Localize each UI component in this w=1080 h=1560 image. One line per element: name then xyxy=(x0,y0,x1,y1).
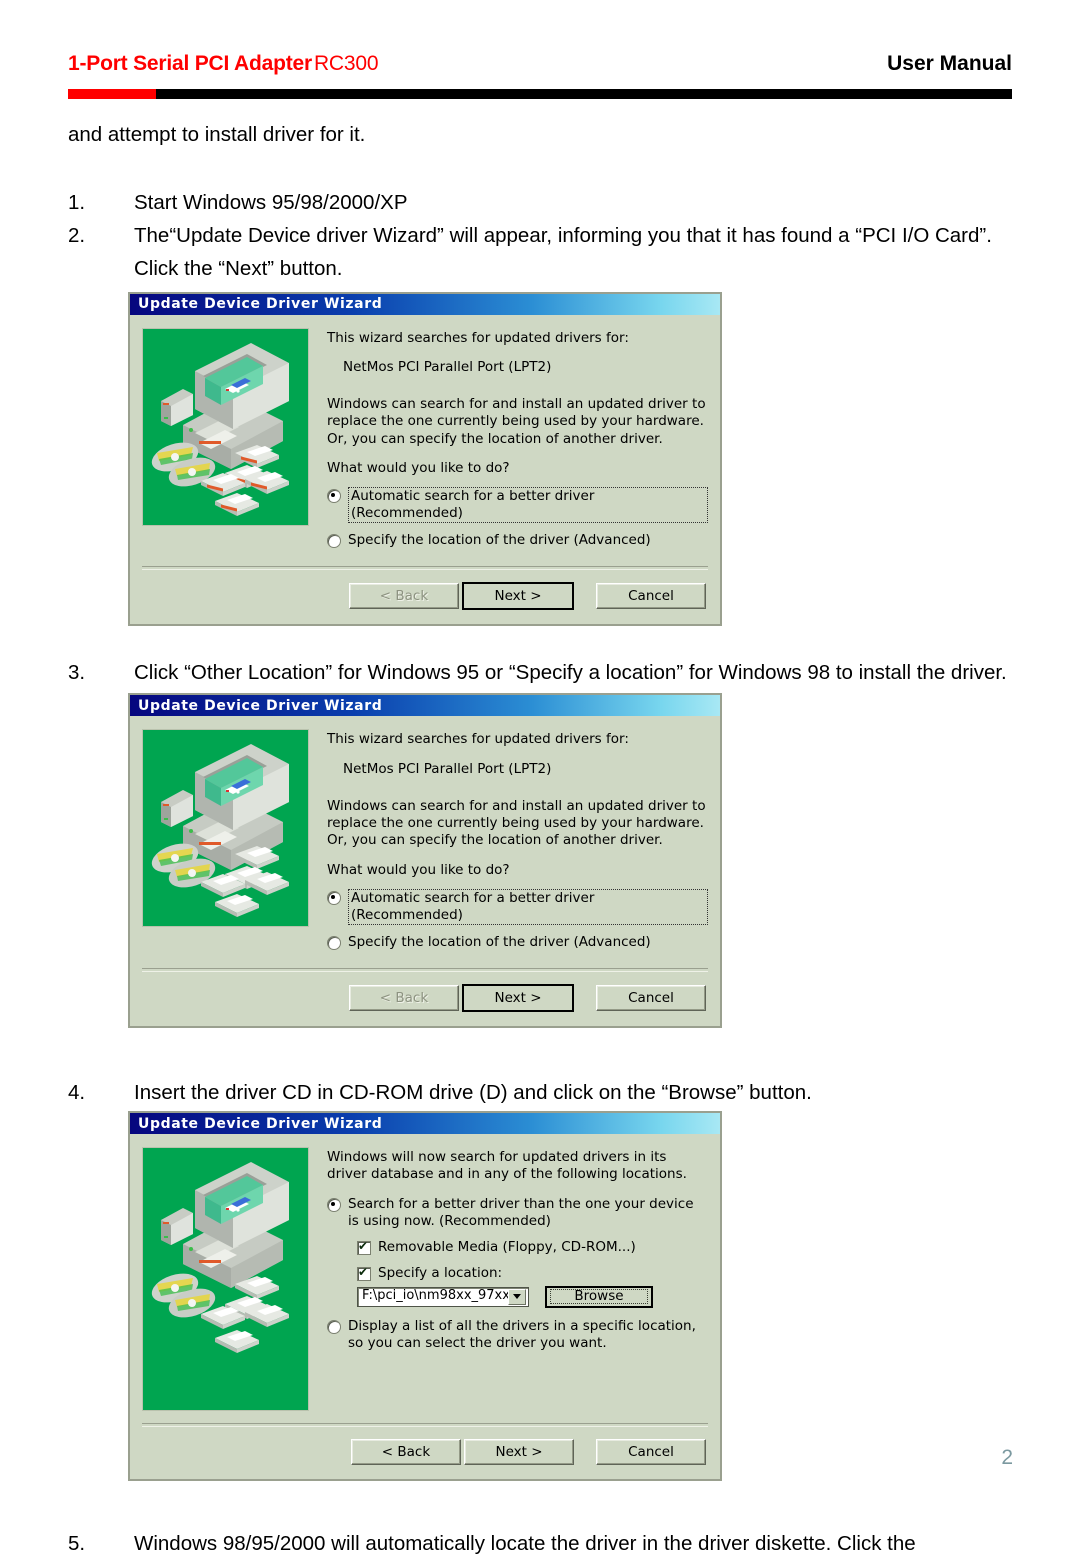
radio-specify-location[interactable]: Specify the location of the driver (Adva… xyxy=(327,532,708,549)
wizard-intro-text: This wizard searches for updated drivers… xyxy=(327,731,629,748)
step-text: Windows 98/95/2000 will automatically lo… xyxy=(134,1532,916,1556)
checkbox-icon[interactable] xyxy=(357,1239,371,1255)
radio-specify-location-label: Specify the location of the driver (Adva… xyxy=(348,934,651,950)
radio-button-icon[interactable] xyxy=(327,936,341,950)
radio-button-icon[interactable] xyxy=(327,489,341,504)
cancel-button[interactable]: Cancel xyxy=(596,985,706,1011)
computer-media-illustration xyxy=(151,744,289,918)
page-number: 2 xyxy=(1001,1446,1013,1469)
wizard-device-name: NetMos PCI Parallel Port (LPT2) xyxy=(343,358,552,375)
radio-automatic-search[interactable]: Automatic search for a better driver (Re… xyxy=(327,487,708,524)
radio-button-icon[interactable] xyxy=(327,1197,341,1212)
step-text: Click “Other Location” for Windows 95 or… xyxy=(134,661,1007,685)
step-number: 3. xyxy=(68,661,86,685)
wizard-device-name: NetMos PCI Parallel Port (LPT2) xyxy=(343,760,552,777)
radio-button-icon[interactable] xyxy=(327,1319,341,1334)
dialog-titlebar: Update Device Driver Wizard xyxy=(130,293,720,315)
wizard-description: Windows will now search for updated driv… xyxy=(327,1149,687,1183)
checkbox-specify-location-label: Specify a location: xyxy=(378,1264,503,1281)
radio-specify-location-label: Specify the location of the driver (Adva… xyxy=(348,532,651,549)
wizard-illustration xyxy=(142,327,309,526)
page-header: 1-Port Serial PCI AdapterRC300 User Manu… xyxy=(68,52,1012,102)
dialog-button-bar: < Back Next > Cancel xyxy=(130,972,720,1026)
list-item: 2. The“Update Device driver Wizard” will… xyxy=(68,219,1028,627)
wizard-description: Windows can search for and install an up… xyxy=(327,797,706,849)
dialog-titlebar: Update Device Driver Wizard xyxy=(130,695,720,717)
checkbox-icon[interactable] xyxy=(357,1265,371,1281)
list-item: 1. Start Windows 95/98/2000/XP xyxy=(68,186,1028,219)
back-button[interactable]: < Back xyxy=(349,583,459,610)
header-product-name: 1-Port Serial PCI Adapter xyxy=(68,52,312,75)
list-item: 5. Windows 98/95/2000 will automatically… xyxy=(68,1527,1028,1560)
wizard-illustration xyxy=(142,1147,309,1412)
update-device-driver-wizard-dialog-3[interactable]: Update Device Driver Wizard Windows will… xyxy=(128,1111,722,1482)
chevron-down-icon[interactable] xyxy=(508,1288,526,1305)
intro-paragraph: and attempt to install driver for it. xyxy=(68,123,366,146)
location-row: F:\pci_io\nm98xx_97xx\wi Browse xyxy=(357,1285,708,1308)
radio-automatic-search-label: Automatic search for a better driver (Re… xyxy=(348,487,708,524)
divider-black-segment xyxy=(156,89,1012,99)
divider-red-segment xyxy=(68,89,156,99)
list-item: 4. Insert the driver CD in CD-ROM drive … xyxy=(68,1076,1028,1482)
checkbox-specify-location[interactable]: Specify a location: xyxy=(357,1265,708,1282)
step-text: Start Windows 95/98/2000/XP xyxy=(134,191,408,214)
header-model: RC300 xyxy=(313,52,379,75)
manual-page: 1-Port Serial PCI AdapterRC300 User Manu… xyxy=(0,0,1080,1555)
checkbox-removable-media-label: Removable Media (Floppy, CD-ROM...) xyxy=(378,1238,636,1255)
radio-search-better-driver[interactable]: Search for a better driver than the one … xyxy=(327,1196,708,1230)
dialog-title: Update Device Driver Wizard xyxy=(138,296,383,313)
step-text: Insert the driver CD in CD-ROM drive (D)… xyxy=(134,1081,812,1104)
radio-display-driver-list-label: Display a list of all the drivers in a s… xyxy=(348,1317,696,1351)
cancel-button[interactable]: Cancel xyxy=(596,583,706,610)
browse-button[interactable]: Browse xyxy=(545,1285,653,1308)
header-doc-type: User Manual xyxy=(887,52,1012,75)
dialog-titlebar: Update Device Driver Wizard xyxy=(130,1113,720,1135)
browse-button-label: Browse xyxy=(550,1288,648,1305)
update-device-driver-wizard-dialog-2[interactable]: Update Device Driver Wizard This wizard … xyxy=(128,693,722,1028)
location-combobox[interactable]: F:\pci_io\nm98xx_97xx\wi xyxy=(357,1286,529,1307)
header-title: 1-Port Serial PCI AdapterRC300 xyxy=(68,52,379,76)
list-item: 3. Click “Other Location” for Windows 95… xyxy=(68,656,1028,1028)
location-combobox-value: F:\pci_io\nm98xx_97xx\wi xyxy=(362,1288,508,1304)
computer-media-illustration xyxy=(151,342,289,516)
computer-media-illustration xyxy=(151,1162,289,1354)
instruction-list: 1. Start Windows 95/98/2000/XP 2. The“Up… xyxy=(68,186,1028,1560)
update-device-driver-wizard-dialog-1[interactable]: Update Device Driver Wizard This wizard … xyxy=(128,291,722,627)
dialog-title: Update Device Driver Wizard xyxy=(138,697,383,714)
step-text: The“Update Device driver Wizard” will ap… xyxy=(134,224,992,281)
radio-button-icon[interactable] xyxy=(327,534,341,549)
wizard-question: What would you like to do? xyxy=(327,459,510,476)
step-number: 1. xyxy=(68,191,86,214)
radio-specify-location[interactable]: Specify the location of the driver (Adva… xyxy=(327,934,708,951)
step-number: 2. xyxy=(68,224,86,248)
checkbox-removable-media[interactable]: Removable Media (Floppy, CD-ROM...) xyxy=(357,1239,708,1256)
next-button[interactable]: Next > xyxy=(462,582,574,611)
radio-automatic-search-label: Automatic search for a better driver (Re… xyxy=(348,889,708,925)
radio-button-icon[interactable] xyxy=(327,891,341,905)
back-button[interactable]: < Back xyxy=(349,985,459,1011)
step-number: 5. xyxy=(68,1532,86,1556)
wizard-question: What would you like to do? xyxy=(327,861,510,878)
radio-search-better-driver-label: Search for a better driver than the one … xyxy=(348,1195,694,1229)
dialog-button-bar: < Back Next > Cancel xyxy=(130,570,720,624)
next-button[interactable]: Next > xyxy=(462,984,574,1012)
header-divider xyxy=(68,89,1012,99)
dialog-title: Update Device Driver Wizard xyxy=(138,1115,383,1132)
wizard-illustration xyxy=(142,729,309,928)
step-number: 4. xyxy=(68,1081,86,1104)
radio-automatic-search[interactable]: Automatic search for a better driver (Re… xyxy=(327,889,708,925)
radio-display-driver-list[interactable]: Display a list of all the drivers in a s… xyxy=(327,1318,708,1352)
wizard-description: Windows can search for and install an up… xyxy=(327,396,706,447)
wizard-intro-text: This wizard searches for updated drivers… xyxy=(327,329,629,346)
